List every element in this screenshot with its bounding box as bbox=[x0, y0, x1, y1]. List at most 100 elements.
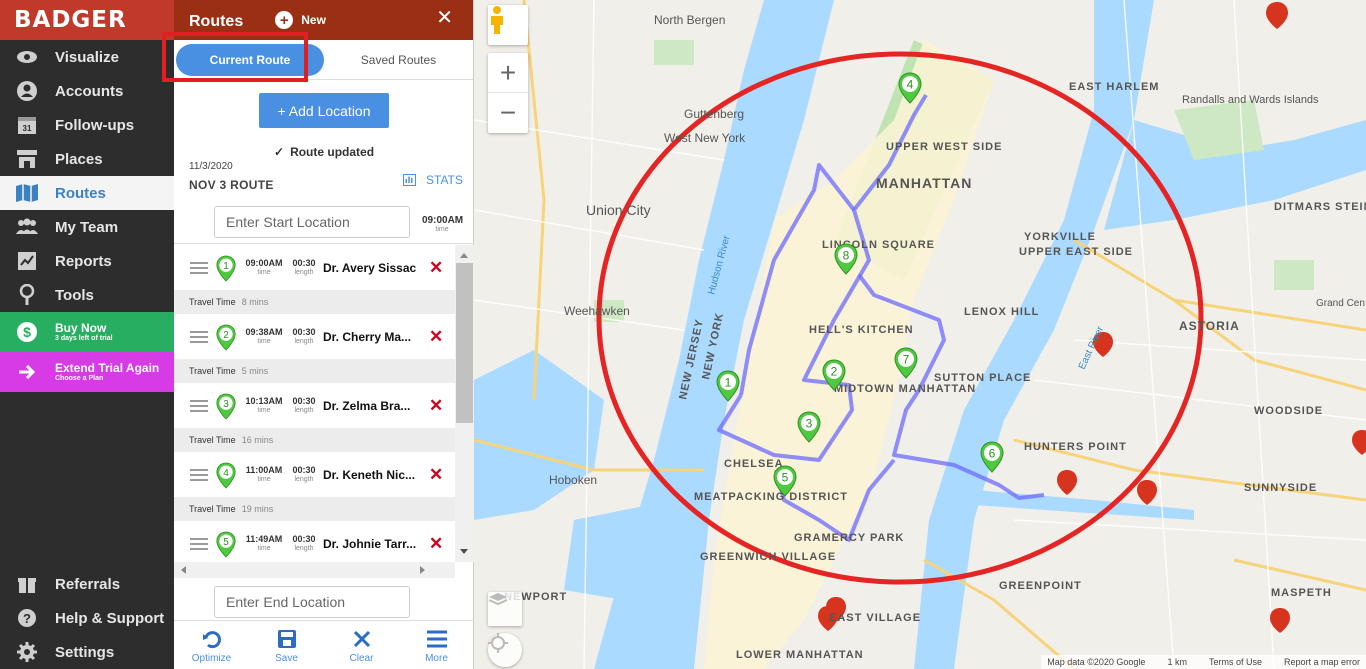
sidebar-item-label: Visualize bbox=[55, 48, 119, 66]
route-stop-row[interactable]: 2 09:38AM time 00:30 length Dr. Cherry Ma... ✕ bbox=[174, 314, 455, 359]
stop-length[interactable]: 00:30 length bbox=[289, 465, 319, 484]
start-time: 09:00AM time bbox=[422, 215, 463, 233]
route-stop-row[interactable]: 5 11:49AM time 00:30 length Dr. Johnie Tarr..… bbox=[174, 521, 455, 562]
sidebar-item-tools[interactable]: Tools bbox=[0, 278, 174, 312]
map-label: West New York bbox=[664, 131, 746, 145]
sidebar-item-help-support[interactable]: ? Help & Support bbox=[0, 601, 174, 635]
route-stop-row[interactable]: 4 11:00AM time 00:30 length Dr. Keneth Nic...… bbox=[174, 452, 455, 497]
sidebar-item-followups[interactable]: 31 Follow-ups bbox=[0, 108, 174, 142]
close-panel-button[interactable]: ✕ bbox=[436, 5, 453, 30]
map-label: Grand Cen bbox=[1316, 298, 1365, 309]
buy-now-button[interactable]: $ Buy Now 3 days left of trial bbox=[0, 312, 174, 352]
start-location-input[interactable] bbox=[214, 206, 410, 238]
save-button[interactable]: Save bbox=[249, 621, 324, 669]
more-button[interactable]: More bbox=[399, 621, 474, 669]
add-location-button[interactable]: + Add Location bbox=[259, 93, 389, 128]
street-view-pegman[interactable] bbox=[488, 5, 528, 45]
extend-trial-button[interactable]: Extend Trial Again Choose a Plan bbox=[0, 352, 174, 392]
remove-stop-button[interactable]: ✕ bbox=[429, 465, 443, 485]
route-date: 11/3/2020 bbox=[189, 161, 233, 172]
drag-handle-icon[interactable] bbox=[190, 328, 208, 346]
zoom-out-button[interactable]: − bbox=[488, 93, 528, 133]
remove-stop-button[interactable]: ✕ bbox=[429, 534, 443, 554]
route-status-text: Route updated bbox=[290, 145, 375, 159]
stop-name[interactable]: Dr. Keneth Nic... bbox=[323, 468, 417, 482]
stop-name[interactable]: Dr. Cherry Ma... bbox=[323, 330, 417, 344]
stop-length[interactable]: 00:30 length bbox=[289, 258, 319, 277]
user-icon bbox=[14, 80, 40, 102]
badger-logo[interactable]: BADGER bbox=[0, 0, 174, 40]
stop-length[interactable]: 00:30 length bbox=[289, 327, 319, 346]
zoom-control: + − bbox=[488, 53, 528, 133]
report-error-link[interactable]: Report a map error bbox=[1284, 657, 1360, 667]
stops-hscrollbar[interactable] bbox=[174, 562, 455, 578]
layers-button[interactable] bbox=[488, 592, 522, 626]
sidebar-item-label: Accounts bbox=[55, 82, 124, 100]
sidebar-item-referrals[interactable]: Referrals bbox=[0, 567, 174, 601]
map-label: MEATPACKING DISTRICT bbox=[694, 491, 848, 503]
map-label: HELL'S KITCHEN bbox=[809, 324, 914, 336]
stop-length-caption: length bbox=[294, 475, 314, 483]
tab-current-route[interactable]: Current Route bbox=[162, 31, 324, 82]
stop-name[interactable]: Dr. Zelma Bra... bbox=[323, 399, 417, 413]
sidebar-item-routes[interactable]: Routes bbox=[0, 176, 174, 210]
stop-length[interactable]: 00:30 length bbox=[289, 396, 319, 415]
new-route-button[interactable]: + New bbox=[275, 11, 326, 29]
drag-handle-icon[interactable] bbox=[190, 397, 208, 415]
stop-time-value: 11:49AM bbox=[245, 533, 283, 544]
stop-name[interactable]: Dr. Avery Sissac bbox=[323, 261, 417, 275]
sidebar-item-label: Places bbox=[55, 150, 103, 168]
stop-time-value: 11:00AM bbox=[245, 464, 283, 475]
remove-stop-button[interactable]: ✕ bbox=[429, 396, 443, 416]
clear-button[interactable]: Clear bbox=[324, 621, 399, 669]
sidebar-item-accounts[interactable]: Accounts bbox=[0, 74, 174, 108]
svg-text:$: $ bbox=[23, 324, 31, 340]
sidebar-item-reports[interactable]: Reports bbox=[0, 244, 174, 278]
stop-time[interactable]: 11:49AM time bbox=[241, 533, 287, 553]
sidebar-item-places[interactable]: Places bbox=[0, 142, 174, 176]
map-view[interactable]: North Bergen Guttenberg West New York Union… bbox=[474, 0, 1366, 669]
map-stop-number: 4 bbox=[907, 78, 914, 92]
stop-number-pin-icon: 3 bbox=[216, 393, 236, 420]
stop-time[interactable]: 10:13AM time bbox=[241, 395, 287, 415]
route-stop-row[interactable]: 3 10:13AM time 00:30 length Dr. Zelma Bra... ✕ bbox=[174, 383, 455, 428]
route-toolbar: Optimize Save Clear More bbox=[174, 620, 474, 669]
map-label: ASTORIA bbox=[1179, 319, 1240, 333]
sidebar-item-visualize[interactable]: Visualize bbox=[0, 40, 174, 74]
map-canvas[interactable]: North Bergen Guttenberg West New York Union… bbox=[474, 0, 1366, 669]
start-time-caption: time bbox=[435, 226, 449, 233]
remove-stop-button[interactable]: ✕ bbox=[429, 327, 443, 347]
travel-time-value: 19 mins bbox=[241, 504, 274, 514]
stats-button[interactable]: STATS bbox=[403, 173, 463, 187]
layers-icon bbox=[488, 593, 508, 606]
tools-icon bbox=[14, 284, 40, 306]
remove-stop-button[interactable]: ✕ bbox=[429, 258, 443, 278]
zoom-in-button[interactable]: + bbox=[488, 53, 528, 93]
stop-time[interactable]: 11:00AM time bbox=[241, 464, 287, 484]
map-label: LENOX HILL bbox=[964, 306, 1039, 318]
eye-icon bbox=[14, 46, 40, 68]
stop-time[interactable]: 09:00AM time bbox=[241, 258, 287, 277]
optimize-button[interactable]: Optimize bbox=[174, 621, 249, 669]
stop-time-value: 10:13AM bbox=[245, 395, 283, 406]
drag-handle-icon[interactable] bbox=[190, 466, 208, 484]
store-icon bbox=[14, 148, 40, 170]
terms-link[interactable]: Terms of Use bbox=[1209, 657, 1262, 667]
stop-time[interactable]: 09:38AM time bbox=[241, 327, 287, 346]
end-location-input[interactable] bbox=[214, 586, 410, 618]
sidebar-item-settings[interactable]: Settings bbox=[0, 635, 174, 669]
drag-handle-icon[interactable] bbox=[190, 259, 208, 277]
stop-length-caption: length bbox=[294, 406, 314, 414]
map-label: Union City bbox=[586, 202, 651, 218]
stop-length[interactable]: 00:30 length bbox=[289, 534, 319, 553]
sidebar-item-myteam[interactable]: My Team bbox=[0, 210, 174, 244]
stops-scrollbar[interactable] bbox=[455, 245, 474, 562]
stop-time-caption: time bbox=[257, 544, 271, 552]
route-stop-row[interactable]: 1 09:00AM time 00:30 length Dr. Avery Sissac ✕ bbox=[174, 245, 455, 290]
drag-handle-icon[interactable] bbox=[190, 535, 208, 553]
tab-saved-routes[interactable]: Saved Routes bbox=[324, 53, 473, 67]
stop-name[interactable]: Dr. Johnie Tarr... bbox=[323, 537, 417, 551]
clear-icon bbox=[352, 627, 372, 651]
locate-button[interactable] bbox=[488, 633, 522, 667]
map-stop-number: 1 bbox=[725, 376, 732, 390]
